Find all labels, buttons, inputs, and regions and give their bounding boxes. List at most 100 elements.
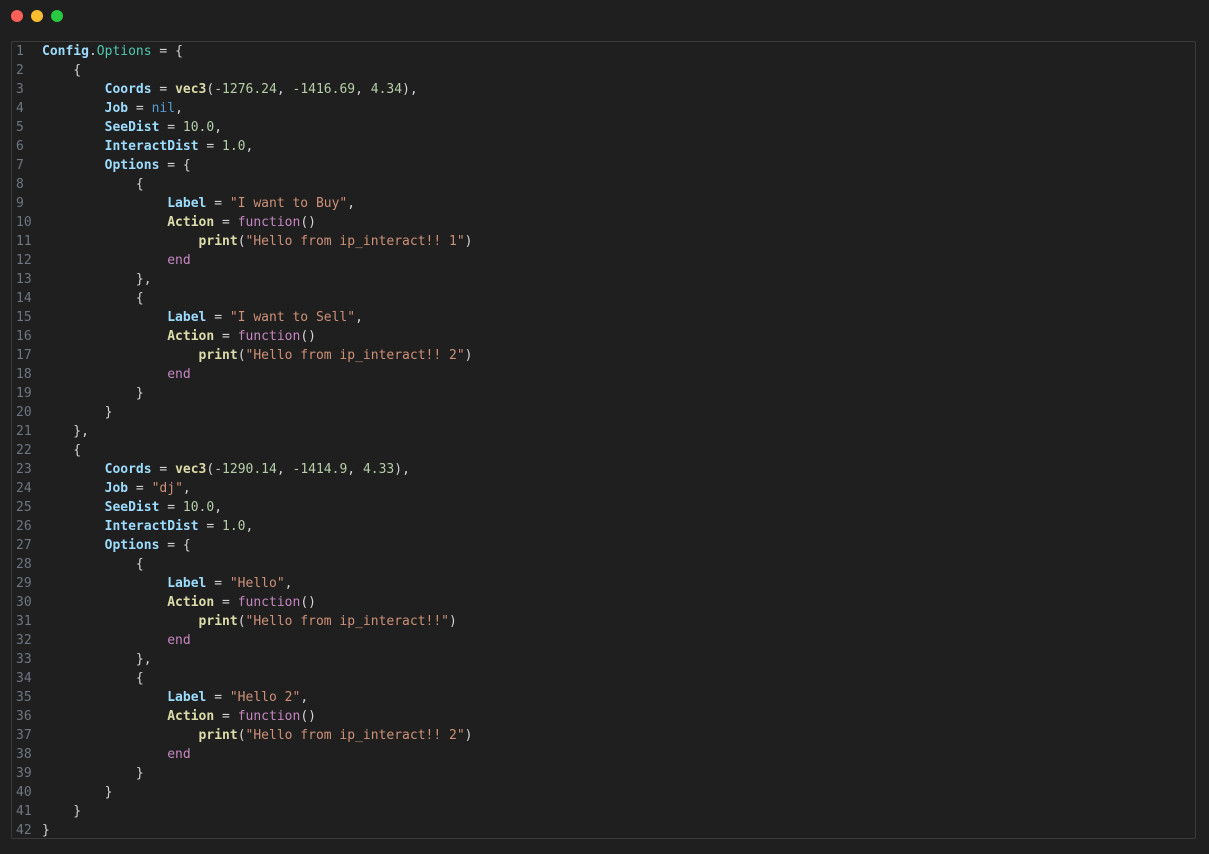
code-text: Action = function() — [42, 707, 316, 726]
code-text: Action = function() — [42, 327, 316, 346]
code-token: "Hello from ip_interact!!" — [245, 614, 450, 629]
code-line: 2 { — [12, 61, 473, 80]
code-token: { — [42, 671, 144, 686]
code-text: } — [42, 384, 144, 403]
code-text: Label = "I want to Sell", — [42, 308, 363, 327]
minimize-window-button[interactable] — [31, 10, 43, 22]
code-token: Label — [167, 576, 207, 591]
code-text: { — [42, 175, 144, 194]
code-line: 5 SeeDist = 10.0, — [12, 118, 473, 137]
code-editor[interactable]: 1 Config.Options = {2 {3 Coords = vec3(-1… — [11, 41, 1196, 839]
code-text: Action = function() — [42, 213, 316, 232]
code-token: 1.0 — [222, 519, 246, 534]
code-token: Label — [167, 690, 207, 705]
code-token: -1416.69 — [292, 82, 356, 97]
code-token: Coords — [104, 462, 152, 477]
code-token: , — [175, 101, 183, 116]
code-token: , — [284, 576, 293, 591]
code-token: print — [198, 348, 238, 363]
line-number: 42 — [16, 823, 32, 838]
line-number: 6 — [16, 139, 24, 154]
line-number: 4 — [16, 101, 24, 116]
line-number: 29 — [16, 576, 32, 591]
code-text: } — [42, 403, 113, 422]
maximize-window-button[interactable] — [51, 10, 63, 22]
code-line: 27 Options = { — [12, 536, 473, 555]
code-token: = { — [159, 158, 191, 173]
line-number: 12 — [16, 253, 32, 268]
code-line: 17 print("Hello from ip_interact!! 2") — [12, 346, 473, 365]
code-text: print("Hello from ip_interact!! 2") — [42, 726, 473, 745]
code-token: 10.0 — [182, 500, 215, 515]
code-token: 4.33 — [362, 462, 395, 477]
code-token: ( — [237, 234, 246, 249]
code-token: "Hello from ip_interact!! 2" — [245, 728, 465, 743]
code-text: } — [42, 783, 113, 802]
code-token: = { — [151, 44, 183, 59]
code-line: 26 InteractDist = 1.0, — [12, 517, 473, 536]
code-token: }, — [42, 272, 152, 287]
code-token: = { — [159, 538, 191, 553]
code-token: function — [237, 709, 301, 724]
code-token: -1290.14 — [214, 462, 277, 477]
code-token: end — [167, 367, 191, 382]
code-line: 1 Config.Options = { — [12, 42, 473, 61]
code-text: }, — [42, 650, 152, 669]
code-token: function — [237, 595, 301, 610]
line-number: 22 — [16, 443, 32, 458]
code-token: Options — [96, 44, 152, 59]
code-token: Job — [104, 481, 129, 496]
line-number: 14 — [16, 291, 32, 306]
code-line: 4 Job = nil, — [12, 99, 473, 118]
code-token: = — [198, 519, 223, 534]
code-text: SeeDist = 10.0, — [42, 498, 222, 517]
code-token: "Hello 2" — [229, 690, 301, 705]
code-token: -1414.9 — [292, 462, 348, 477]
code-token: }, — [42, 652, 152, 667]
line-number: 28 — [16, 557, 32, 572]
code-token: Options — [104, 538, 160, 553]
code-token: = — [151, 82, 176, 97]
line-number: 32 — [16, 633, 32, 648]
code-token: { — [42, 443, 82, 458]
code-text: Label = "Hello", — [42, 574, 292, 593]
code-token: ) — [449, 614, 457, 629]
code-token: , — [276, 462, 293, 477]
code-token: 10.0 — [182, 120, 215, 135]
close-window-button[interactable] — [11, 10, 23, 22]
code-token: = — [159, 500, 183, 515]
code-token: = — [214, 595, 238, 610]
code-line: 12 end — [12, 251, 473, 270]
code-token: , — [214, 120, 223, 135]
code-token: "dj" — [151, 481, 183, 496]
code-text: Job = nil, — [42, 99, 183, 118]
code-token: Action — [167, 709, 215, 724]
code-token: ) — [464, 234, 473, 249]
line-number: 33 — [16, 652, 32, 667]
line-number: 25 — [16, 500, 32, 515]
line-number: 36 — [16, 709, 32, 724]
code-token: SeeDist — [104, 500, 160, 515]
code-token: end — [167, 633, 191, 648]
code-text: end — [42, 365, 191, 384]
code-line: 38 end — [12, 745, 473, 764]
code-line: 36 Action = function() — [12, 707, 473, 726]
line-number: 13 — [16, 272, 32, 287]
code-token: Job — [104, 101, 129, 116]
code-text: end — [42, 251, 190, 270]
code-token: = — [214, 329, 238, 344]
code-token: "Hello" — [229, 576, 285, 591]
line-number: 35 — [16, 690, 32, 705]
code-line: 13 }, — [12, 270, 473, 289]
line-number: 27 — [16, 538, 32, 553]
code-token: . — [88, 44, 97, 59]
